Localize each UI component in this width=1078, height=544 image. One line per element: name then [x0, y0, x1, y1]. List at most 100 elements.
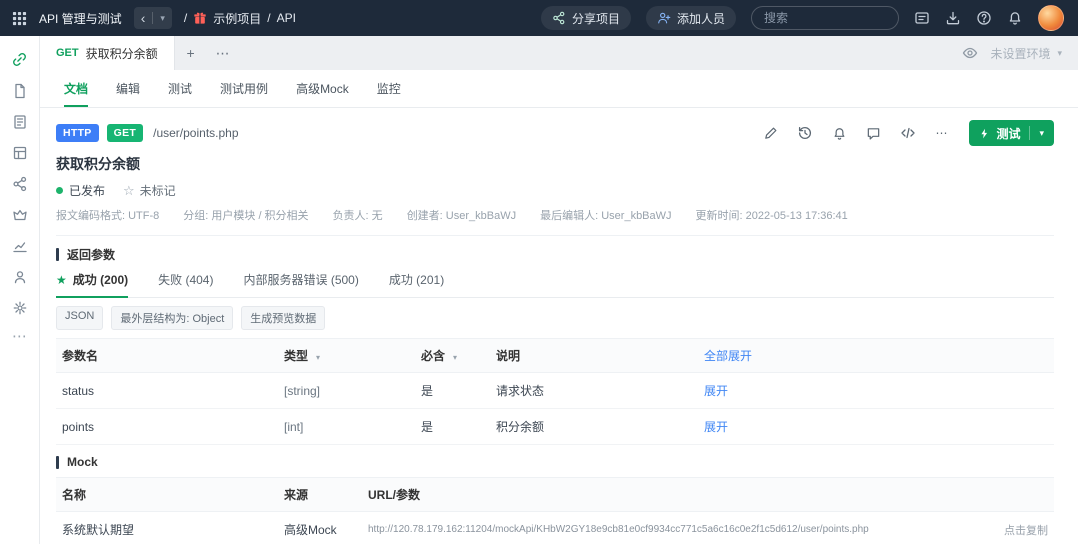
breadcrumb: / 示例项目 / API [184, 10, 296, 27]
doc-nav: 文档 编辑 测试 测试用例 高级Mock 监控 [40, 70, 1078, 108]
params-header-row: 参数名 类型 ▾ 必含 ▾ 说明 全部展开 [56, 338, 1054, 373]
sidebar-more-icon[interactable]: ⋯ [12, 323, 27, 349]
meta-updated-time: 更新时间: 2022-05-13 17:36:41 [695, 210, 848, 222]
response-tab-success-200[interactable]: ★ 成功 (200) [56, 271, 129, 298]
api-path: /user/points.php [153, 126, 239, 140]
tab-edit[interactable]: 编辑 [116, 70, 140, 107]
notify-icon[interactable] [832, 126, 847, 141]
crown-icon [12, 209, 27, 220]
expand-link[interactable]: 展开 [698, 372, 1054, 409]
format-chip: JSON [56, 306, 104, 330]
expand-link[interactable]: 展开 [698, 408, 1054, 445]
response-tab-fail-404[interactable]: 失败 (404) [158, 271, 213, 298]
app-launcher-icon[interactable] [12, 11, 27, 26]
sidebar-item-stats[interactable] [0, 230, 40, 261]
response-tab-error-500[interactable]: 内部服务器错误 (500) [243, 271, 358, 298]
sort-caret-icon[interactable]: ▾ [453, 353, 457, 362]
environment-label: 未设置环境 [990, 46, 1051, 61]
test-button[interactable]: 测试 ▾ [969, 120, 1054, 146]
mark-toggle[interactable]: ☆ 未标记 [123, 182, 176, 199]
edit-icon[interactable] [763, 126, 778, 141]
environment-select[interactable]: 未设置环境 ▾ [990, 45, 1062, 62]
divider [152, 12, 154, 24]
eye-icon[interactable] [962, 45, 978, 61]
expand-all-link[interactable]: 全部展开 [698, 338, 1054, 373]
history-caret-icon[interactable]: ▾ [160, 13, 165, 24]
more-actions-icon[interactable]: ⋯ [935, 126, 947, 140]
tab-list-button[interactable]: ⋯ [207, 36, 239, 70]
params-table: 参数名 类型 ▾ 必含 ▾ 说明 全部展开 status [string] 是 请求… [56, 338, 1054, 445]
tab-test-cases[interactable]: 测试用例 [220, 70, 268, 107]
download-icon[interactable] [945, 10, 961, 26]
tab-advanced-mock[interactable]: 高级Mock [296, 70, 349, 107]
share-nodes-icon [12, 176, 26, 191]
response-section-title: 返回参数 [56, 246, 1054, 263]
param-required: 是 [415, 408, 490, 445]
search-input[interactable] [751, 6, 899, 30]
star-icon: ★ [56, 272, 67, 287]
report-icon [13, 146, 26, 159]
help-icon[interactable] [976, 10, 992, 26]
divider [1029, 126, 1031, 140]
chevron-down-icon: ▾ [1057, 47, 1062, 58]
sidebar: ⋯ [0, 36, 40, 544]
copy-link[interactable]: 点击复制 [980, 511, 1054, 544]
protocol-badge: HTTP [56, 124, 99, 142]
param-row-points: points [int] 是 积分余额 展开 [56, 408, 1054, 445]
sidebar-item-reports[interactable] [0, 137, 40, 168]
history-nav[interactable]: ‹ ▾ [133, 7, 172, 29]
tab-test[interactable]: 测试 [168, 70, 192, 107]
response-tabs: ★ 成功 (200) 失败 (404) 内部服务器错误 (500) 成功 (20… [56, 271, 1054, 298]
sidebar-item-settings[interactable] [0, 292, 40, 323]
meta-owner: 负责人: 无 [332, 210, 383, 222]
generate-preview-button[interactable]: 生成预览数据 [241, 306, 326, 330]
breadcrumb-page[interactable]: API [277, 11, 296, 25]
app-title: API 管理与测试 [39, 11, 122, 26]
meta-last-editor: 最后编辑人: User_kbBaWJ [540, 210, 672, 222]
tab-monitor[interactable]: 监控 [377, 70, 401, 107]
sort-caret-icon[interactable]: ▾ [316, 353, 320, 362]
sidebar-item-apis[interactable] [0, 44, 40, 75]
user-icon [14, 270, 25, 283]
mock-table: 名称 来源 URL/参数 系统默认期望 高级Mock http://120.78… [56, 477, 1054, 544]
content: HTTP GET /user/points.php ⋯ 测试 ▾ 获取积分余额 … [40, 108, 1078, 544]
back-icon[interactable]: ‹ [141, 11, 146, 25]
response-tab-success-201[interactable]: 成功 (201) [389, 271, 444, 298]
sidebar-item-members[interactable] [0, 261, 40, 292]
api-meta: 报文编码格式: UTF-8 分组: 用户模块 / 积分相关 负责人: 无 创建者… [56, 207, 1054, 236]
status-dot-icon [56, 187, 63, 194]
add-member-button[interactable]: 添加人员 [645, 6, 736, 30]
comment-icon[interactable] [866, 126, 881, 141]
history-icon[interactable] [797, 125, 813, 141]
param-type: [int] [278, 408, 415, 445]
mock-header-row: 名称 来源 URL/参数 [56, 477, 1054, 512]
share-project-button[interactable]: 分享项目 [540, 6, 631, 30]
test-caret-icon[interactable]: ▾ [1039, 128, 1044, 139]
open-api-tab[interactable]: GET 获取积分余额 [40, 36, 175, 70]
sidebar-item-drafts[interactable] [0, 106, 40, 137]
sidebar-item-models[interactable] [0, 199, 40, 230]
col-required[interactable]: 必含 ▾ [415, 338, 490, 373]
share-icon [552, 11, 566, 25]
sidebar-item-share[interactable] [0, 168, 40, 199]
publish-status: 已发布 [56, 182, 105, 199]
link-icon [13, 53, 26, 66]
tab-docs[interactable]: 文档 [64, 70, 89, 107]
param-desc: 请求状态 [490, 372, 698, 409]
col-type[interactable]: 类型 ▾ [278, 338, 415, 373]
col-mock-url: URL/参数 [362, 477, 980, 512]
user-plus-icon [657, 11, 671, 25]
draft-icon [13, 114, 26, 129]
message-icon[interactable] [914, 10, 930, 26]
bell-icon[interactable] [1007, 10, 1023, 26]
publish-status-label: 已发布 [69, 184, 106, 198]
sidebar-item-docs[interactable] [0, 75, 40, 106]
col-mock-name: 名称 [56, 477, 278, 512]
share-project-label: 分享项目 [571, 11, 620, 26]
code-icon[interactable] [900, 125, 916, 141]
col-mock-source: 来源 [278, 477, 362, 512]
new-tab-button[interactable]: + [175, 36, 207, 70]
avatar[interactable] [1038, 5, 1064, 31]
breadcrumb-project[interactable]: 示例项目 [213, 10, 261, 27]
mock-name: 系统默认期望 [56, 511, 278, 544]
